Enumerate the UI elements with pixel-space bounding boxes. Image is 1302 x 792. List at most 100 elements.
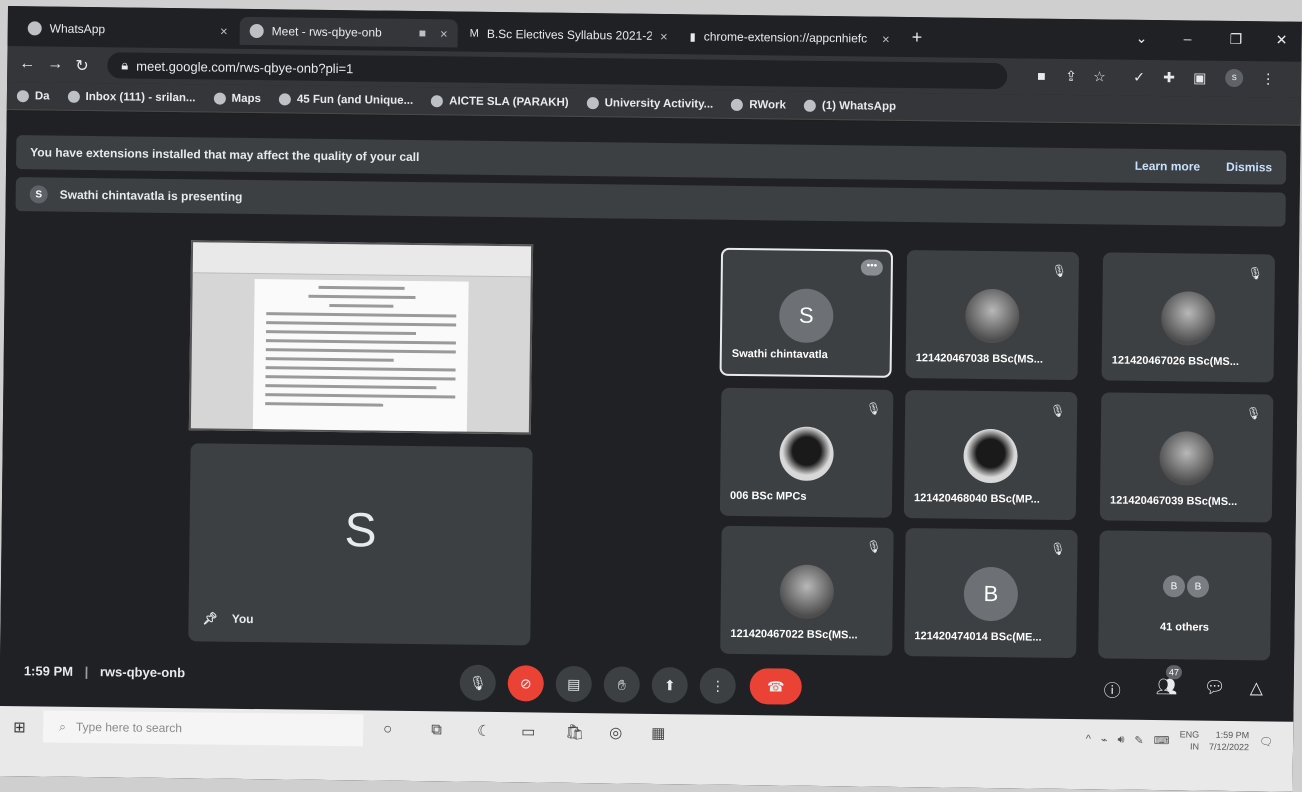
- omnibox[interactable]: 🔒︎ meet.google.com/rws-qbye-onb?pli=1: [107, 52, 1008, 90]
- mic-off-icon: 🎙︎: [1247, 266, 1263, 281]
- participant-tile[interactable]: 🎙︎ 121420467022 BSc(MS...: [720, 525, 894, 656]
- learn-more-link[interactable]: Learn more: [1135, 159, 1201, 174]
- tab-meet[interactable]: Meet - rws-qbye-onb ■ ×: [239, 16, 458, 48]
- windows-start-icon[interactable]: ⊞: [13, 718, 26, 736]
- bookmark-item[interactable]: 45 Fun (and Unique...: [278, 92, 413, 106]
- task-view-icon[interactable]: ⧉: [431, 721, 442, 738]
- side-panel-icon[interactable]: ▣: [1193, 69, 1206, 86]
- self-tile[interactable]: S 📌︎ You: [188, 443, 533, 646]
- bookmark-label: University Activity...: [604, 96, 714, 111]
- cortana-icon[interactable]: ○: [383, 721, 392, 738]
- others-count-label: 41 others: [1159, 621, 1210, 634]
- window-close-icon[interactable]: ✕: [1276, 31, 1288, 48]
- participant-name: Swathi chintavatla: [731, 347, 828, 362]
- new-tab-button[interactable]: +: [912, 27, 923, 48]
- meeting-code: rws-qbye-onb: [99, 664, 186, 681]
- close-tab-icon[interactable]: ×: [660, 28, 668, 43]
- more-vert-icon: ⋮: [710, 677, 725, 694]
- pen-icon[interactable]: ✎: [1134, 733, 1143, 746]
- close-tab-icon[interactable]: ×: [882, 31, 890, 46]
- bookmark-item[interactable]: Inbox (111) - srilan...: [67, 90, 196, 104]
- participant-tile[interactable]: 🎙︎ 006 BSc MPCs: [719, 387, 894, 518]
- others-tile[interactable]: B B 41 others: [1098, 530, 1272, 661]
- camera-off-button[interactable]: ⊘: [507, 665, 544, 702]
- leave-call-button[interactable]: ☎︎: [749, 668, 802, 705]
- store-icon[interactable]: 🛍︎: [565, 723, 584, 741]
- monitor-screen: WhatsApp × Meet - rws-qbye-onb ■ × M B.S…: [0, 6, 1302, 792]
- forward-icon[interactable]: →: [47, 55, 63, 73]
- word-icon[interactable]: ▦: [651, 724, 665, 742]
- chat-icon[interactable]: 💬︎: [1204, 678, 1226, 698]
- participant-tile[interactable]: 🎙︎ B 121420474014 BSc(ME...: [904, 528, 1078, 659]
- self-avatar: S: [344, 504, 377, 558]
- language-indicator[interactable]: ENG IN: [1179, 728, 1200, 752]
- keyboard-icon[interactable]: ⌨: [1154, 734, 1170, 747]
- shared-screen[interactable]: [188, 240, 534, 435]
- extension-page-icon: ▮: [689, 30, 696, 43]
- minimize-icon[interactable]: –: [1184, 30, 1192, 46]
- menu-dots-icon[interactable]: ⋮: [1261, 70, 1275, 87]
- bookmark-item[interactable]: (1) WhatsApp: [803, 99, 896, 112]
- profile-avatar[interactable]: s: [1225, 68, 1244, 88]
- pin-icon[interactable]: 📌︎: [202, 611, 217, 625]
- chrome-icon[interactable]: ◎: [609, 723, 622, 741]
- bookmark-item[interactable]: University Activity...: [586, 96, 714, 111]
- bookmark-star-icon[interactable]: ☆: [1093, 68, 1106, 85]
- present-screen-button[interactable]: ⬆︎: [651, 666, 688, 704]
- bookmark-label: Maps: [231, 92, 262, 105]
- gmail-icon: M: [469, 27, 479, 40]
- participant-tile[interactable]: ••• S Swathi chintavatla: [719, 247, 894, 378]
- extensions-puzzle-icon[interactable]: ✚: [1163, 69, 1175, 86]
- notification-icon[interactable]: 🗨︎: [1259, 735, 1273, 748]
- participant-tile[interactable]: 🎙︎ 121420467039 BSc(MS...: [1099, 392, 1274, 523]
- reload-icon[interactable]: ↻: [75, 56, 89, 76]
- hand-icon: ✋︎: [617, 676, 626, 693]
- meeting-info-icon[interactable]: ⓘ: [1104, 676, 1121, 701]
- taskbar-search-box[interactable]: ⌕ Type here to search: [43, 710, 364, 747]
- maps-favicon-icon: [213, 92, 226, 105]
- tab-title: WhatsApp: [49, 21, 106, 37]
- people-icon[interactable]: 👥︎: [1156, 677, 1178, 697]
- tab-gmail-syllabus[interactable]: M B.Sc Electives Syllabus 2021-202 ×: [460, 20, 678, 51]
- participant-tile[interactable]: 🎙︎ 121420467026 BSc(MS...: [1101, 252, 1276, 383]
- bookmark-item[interactable]: Maps: [213, 92, 261, 105]
- others-avatars: B B: [1162, 575, 1210, 598]
- bookmark-item[interactable]: AICTE SLA (PARAKH): [431, 94, 569, 108]
- globe-icon: [431, 94, 444, 107]
- participant-avatar: [1160, 291, 1216, 346]
- bookmark-label: Da: [34, 89, 50, 103]
- tray-chevron-icon[interactable]: ^: [1086, 733, 1091, 745]
- back-icon[interactable]: ←: [19, 55, 35, 73]
- bookmark-item[interactable]: Da: [16, 89, 50, 103]
- extension-check-icon[interactable]: ✓: [1133, 69, 1145, 86]
- clock-date: 7/12/2022: [1208, 741, 1250, 753]
- bookmark-item[interactable]: RWork: [731, 98, 786, 111]
- tab-whatsapp[interactable]: WhatsApp ×: [18, 14, 238, 45]
- edge-icon[interactable]: ☾: [477, 722, 491, 740]
- network-icon[interactable]: ⌁: [1101, 733, 1108, 746]
- people-count-badge: 47: [1165, 665, 1183, 680]
- participant-tile[interactable]: 🎙︎ 121420467038 BSc(MS...: [905, 250, 1080, 381]
- restore-icon[interactable]: ❐: [1230, 31, 1243, 48]
- volume-icon[interactable]: 🔊︎: [1117, 733, 1124, 746]
- participant-tile[interactable]: 🎙︎ 121420468040 BSc(MP...: [903, 389, 1078, 521]
- meeting-time: 1:59 PM: [23, 663, 74, 679]
- camera-in-use-icon[interactable]: ■: [1037, 68, 1046, 84]
- dismiss-button[interactable]: Dismiss: [1226, 160, 1272, 175]
- tab-extension[interactable]: ▮ chrome-extension://appcnhiefc ×: [680, 22, 900, 53]
- raise-hand-button[interactable]: ✋︎: [603, 666, 640, 703]
- activities-icon[interactable]: △: [1250, 678, 1263, 698]
- participant-avatar: S: [778, 288, 834, 344]
- close-tab-icon[interactable]: ×: [440, 26, 448, 41]
- tab-search-chevron-icon[interactable]: ⌄: [1136, 30, 1148, 47]
- close-tab-icon[interactable]: ×: [220, 23, 228, 38]
- taskbar-clock[interactable]: 1:59 PM 7/12/2022: [1209, 729, 1249, 753]
- bookmark-favicon-icon: [16, 89, 29, 102]
- share-icon[interactable]: ⇪: [1065, 68, 1077, 85]
- captions-button[interactable]: ▤: [555, 665, 592, 703]
- file-explorer-icon[interactable]: ▭: [521, 722, 535, 740]
- more-options-button[interactable]: ⋮: [699, 667, 736, 704]
- microphone-button[interactable]: 🎙︎: [459, 664, 496, 702]
- more-options-icon[interactable]: •••: [860, 259, 883, 276]
- mic-off-icon: 🎙︎: [1050, 541, 1066, 556]
